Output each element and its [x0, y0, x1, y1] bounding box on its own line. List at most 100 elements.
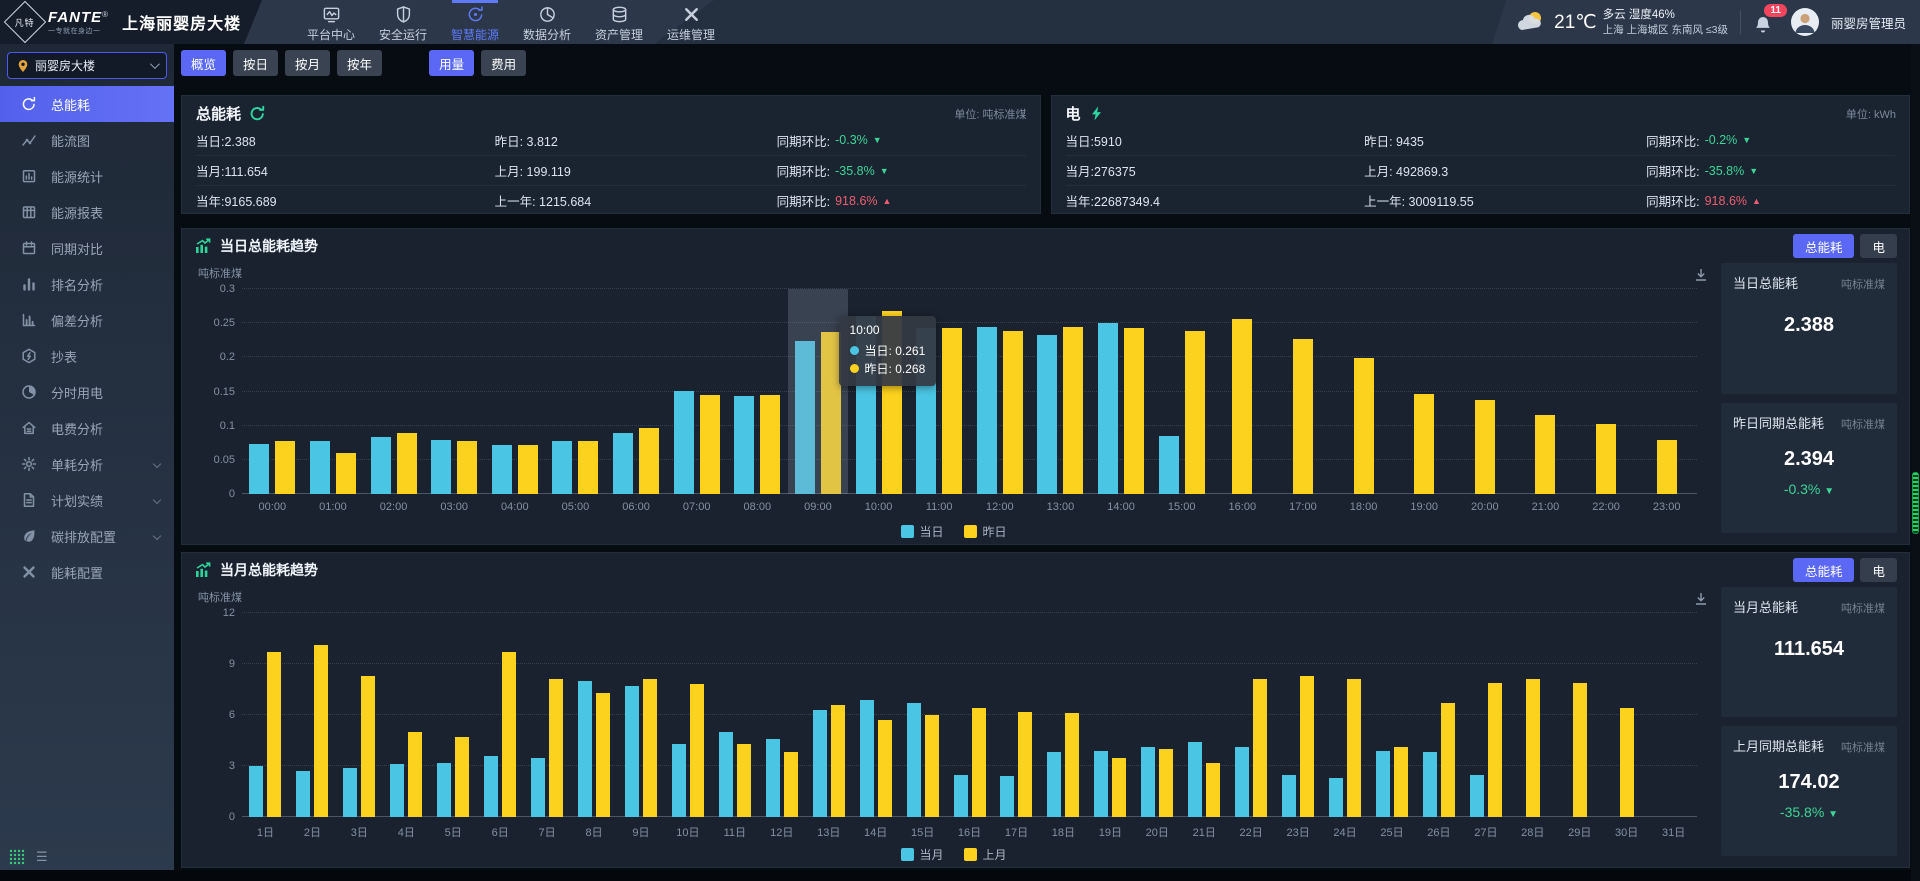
summary-card-2: 电单位: kWh当日:5910昨日: 9435同期环比:-0.2%▼当月:276… — [1051, 95, 1911, 214]
card-cell-current: 当月:111.654 — [196, 161, 495, 180]
bar-group-17日 — [993, 613, 1040, 817]
weather-widget: 21℃ 多云 湿度46% 上海 上海城区 东南风 ≤3级 — [1516, 7, 1728, 38]
tab-view-3[interactable]: 按月 — [285, 50, 330, 76]
ops-icon — [682, 5, 701, 24]
calendar-icon — [21, 240, 37, 256]
asset-icon — [610, 5, 629, 24]
bar-上月-12日 — [784, 752, 798, 817]
legend-swatch — [964, 525, 977, 538]
top-bar: 凡特 FANTE® 一专就在身边一 上海丽婴房大楼 平台中心安全运行智慧能源数据… — [0, 0, 1920, 44]
legend-label: 上月 — [983, 846, 1007, 863]
list-icon[interactable]: ☰ — [36, 849, 48, 865]
temperature: 21℃ — [1554, 11, 1596, 34]
bar-昨日-19:00 — [1414, 394, 1434, 494]
download-icon[interactable] — [1693, 267, 1709, 283]
x-tick-label: 21日 — [1181, 817, 1228, 840]
stat-panel-2-2: 上月同期总能耗吨标准煤174.02-35.8% ▼ — [1721, 726, 1897, 856]
x-tick-label: 27日 — [1462, 817, 1509, 840]
section-2-title: 当月总能耗趋势 — [220, 560, 318, 580]
x-tick-label: 4日 — [383, 817, 430, 840]
bar-当月-7日 — [531, 758, 545, 818]
nav-item-3[interactable]: 智慧能源 — [444, 0, 506, 44]
deviation-icon — [21, 312, 37, 328]
sidebar-item-6[interactable]: 排名分析 — [0, 266, 174, 302]
sidebar-item-5[interactable]: 同期对比 — [0, 230, 174, 266]
legend-label: 昨日 — [983, 523, 1007, 540]
bar-group-31日 — [1650, 613, 1697, 817]
dots-grid-icon[interactable] — [9, 849, 25, 865]
bar-上月-1日 — [267, 652, 281, 817]
bar-group-13日 — [805, 613, 852, 817]
tab-view-1[interactable]: 概览 — [181, 50, 226, 76]
sidebar-item-label: 计划实绩 — [51, 491, 103, 510]
bar-group-8日 — [571, 613, 618, 817]
top-right-zone: 21℃ 多云 湿度46% 上海 上海城区 东南风 ≤3级 11 丽婴房 — [1492, 0, 1920, 44]
chart-section-2: 当月总能耗趋势 总能耗电 吨标准煤 0369121日2日3日4日5日6日7日8日… — [181, 552, 1910, 868]
sidebar-item-label: 能源报表 — [51, 203, 103, 222]
sidebar-item-7[interactable]: 偏差分析 — [0, 302, 174, 338]
tab-mode-1[interactable]: 用量 — [429, 50, 474, 76]
sidebar-item-14[interactable]: 能耗配置 — [0, 554, 174, 590]
x-tick-label: 8日 — [571, 817, 618, 840]
sidebar-item-8[interactable]: 抄表 — [0, 338, 174, 374]
panel-unit: 吨标准煤 — [1841, 739, 1885, 755]
sidebar-item-13[interactable]: 碳排放配置 — [0, 518, 174, 554]
bar-当日-02:00 — [371, 437, 391, 494]
bar-昨日-23:00 — [1657, 440, 1677, 494]
chart-toggle-总能耗[interactable]: 总能耗 — [1793, 234, 1855, 258]
logo-brand: FANTE — [48, 9, 102, 26]
energy-icon — [466, 5, 485, 24]
yoy-value: 918.6% — [835, 194, 877, 208]
nav-item-5[interactable]: 资产管理 — [588, 0, 650, 44]
sidebar-item-4[interactable]: 能源报表 — [0, 194, 174, 230]
sidebar-item-9[interactable]: 分时用电 — [0, 374, 174, 410]
x-tick-label: 18日 — [1040, 817, 1087, 840]
bar-上月-7日 — [549, 679, 563, 817]
chart-toggle-电[interactable]: 电 — [1860, 558, 1897, 582]
sidebar-item-12[interactable]: 计划实绩 — [0, 482, 174, 518]
tab-view-4[interactable]: 按年 — [337, 50, 382, 76]
yoy-value: -0.3% — [835, 133, 868, 147]
x-tick-label: 11日 — [711, 817, 758, 840]
sidebar-item-3[interactable]: 能源统计 — [0, 158, 174, 194]
bar-上月-3日 — [361, 676, 375, 817]
bar-group-23:00 — [1636, 289, 1697, 494]
panel-head: 当月总能耗吨标准煤 — [1733, 597, 1885, 616]
legend-item-昨日[interactable]: 昨日 — [964, 523, 1007, 540]
nav-item-2[interactable]: 安全运行 — [372, 0, 434, 44]
download-icon[interactable] — [1693, 591, 1709, 607]
sidebar-item-11[interactable]: 单耗分析 — [0, 446, 174, 482]
bar-昨日-06:00 — [639, 428, 659, 494]
card-row-1: 当日:5910昨日: 9435同期环比:-0.2%▼ — [1066, 125, 1896, 155]
nav-item-4[interactable]: 数据分析 — [516, 0, 578, 44]
chevron-down-icon — [153, 496, 161, 504]
legend-item-当月[interactable]: 当月 — [900, 846, 943, 863]
sidebar-item-10[interactable]: 电费分析 — [0, 410, 174, 446]
x-tick-label: 20日 — [1134, 817, 1181, 840]
bar-group-14日 — [852, 613, 899, 817]
tab-view-2[interactable]: 按日 — [233, 50, 278, 76]
tab-mode-2[interactable]: 费用 — [481, 50, 526, 76]
user-name[interactable]: 丽婴房管理员 — [1831, 13, 1906, 32]
sidebar-item-label: 单耗分析 — [51, 455, 103, 474]
chart-toggle-总能耗[interactable]: 总能耗 — [1793, 558, 1855, 582]
nav-item-1[interactable]: 平台中心 — [300, 0, 362, 44]
legend-item-上月[interactable]: 上月 — [964, 846, 1007, 863]
avatar[interactable] — [1791, 8, 1819, 36]
bar-昨日-17:00 — [1293, 339, 1313, 494]
bar-当月-13日 — [813, 710, 827, 817]
bar-group-02:00 — [363, 289, 424, 494]
chart-toggle-电[interactable]: 电 — [1860, 234, 1897, 258]
sidebar-item-1[interactable]: 总能耗 — [0, 86, 174, 122]
legend-item-当日[interactable]: 当日 — [900, 523, 943, 540]
card-unit: 单位: 吨标准煤 — [954, 106, 1026, 122]
scrollbar-thumb[interactable] — [1912, 472, 1919, 534]
bar-当月-18日 — [1047, 752, 1061, 817]
notifications-button[interactable]: 11 — [1753, 8, 1779, 36]
building-selector[interactable]: 丽婴房大楼 — [7, 52, 167, 79]
scrollbar-track[interactable] — [1911, 44, 1920, 881]
section-2-panels: 当月总能耗吨标准煤111.654上月同期总能耗吨标准煤174.02-35.8% … — [1721, 587, 1897, 865]
sidebar-item-2[interactable]: 能流图 — [0, 122, 174, 158]
nav-item-6[interactable]: 运维管理 — [660, 0, 722, 44]
x-tick-label: 12:00 — [970, 494, 1031, 513]
